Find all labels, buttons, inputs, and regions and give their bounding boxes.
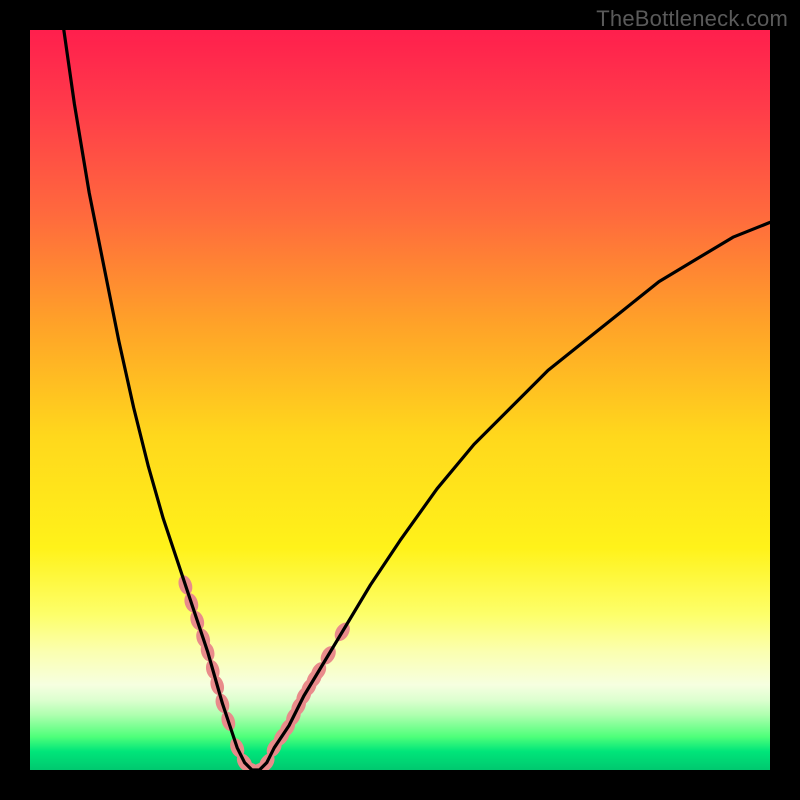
plot-area	[30, 30, 770, 770]
bottleneck-curve	[30, 30, 770, 770]
watermark-text: TheBottleneck.com	[596, 6, 788, 32]
data-blobs	[176, 573, 353, 770]
curve-layer	[30, 30, 770, 770]
chart-frame: TheBottleneck.com	[0, 0, 800, 800]
